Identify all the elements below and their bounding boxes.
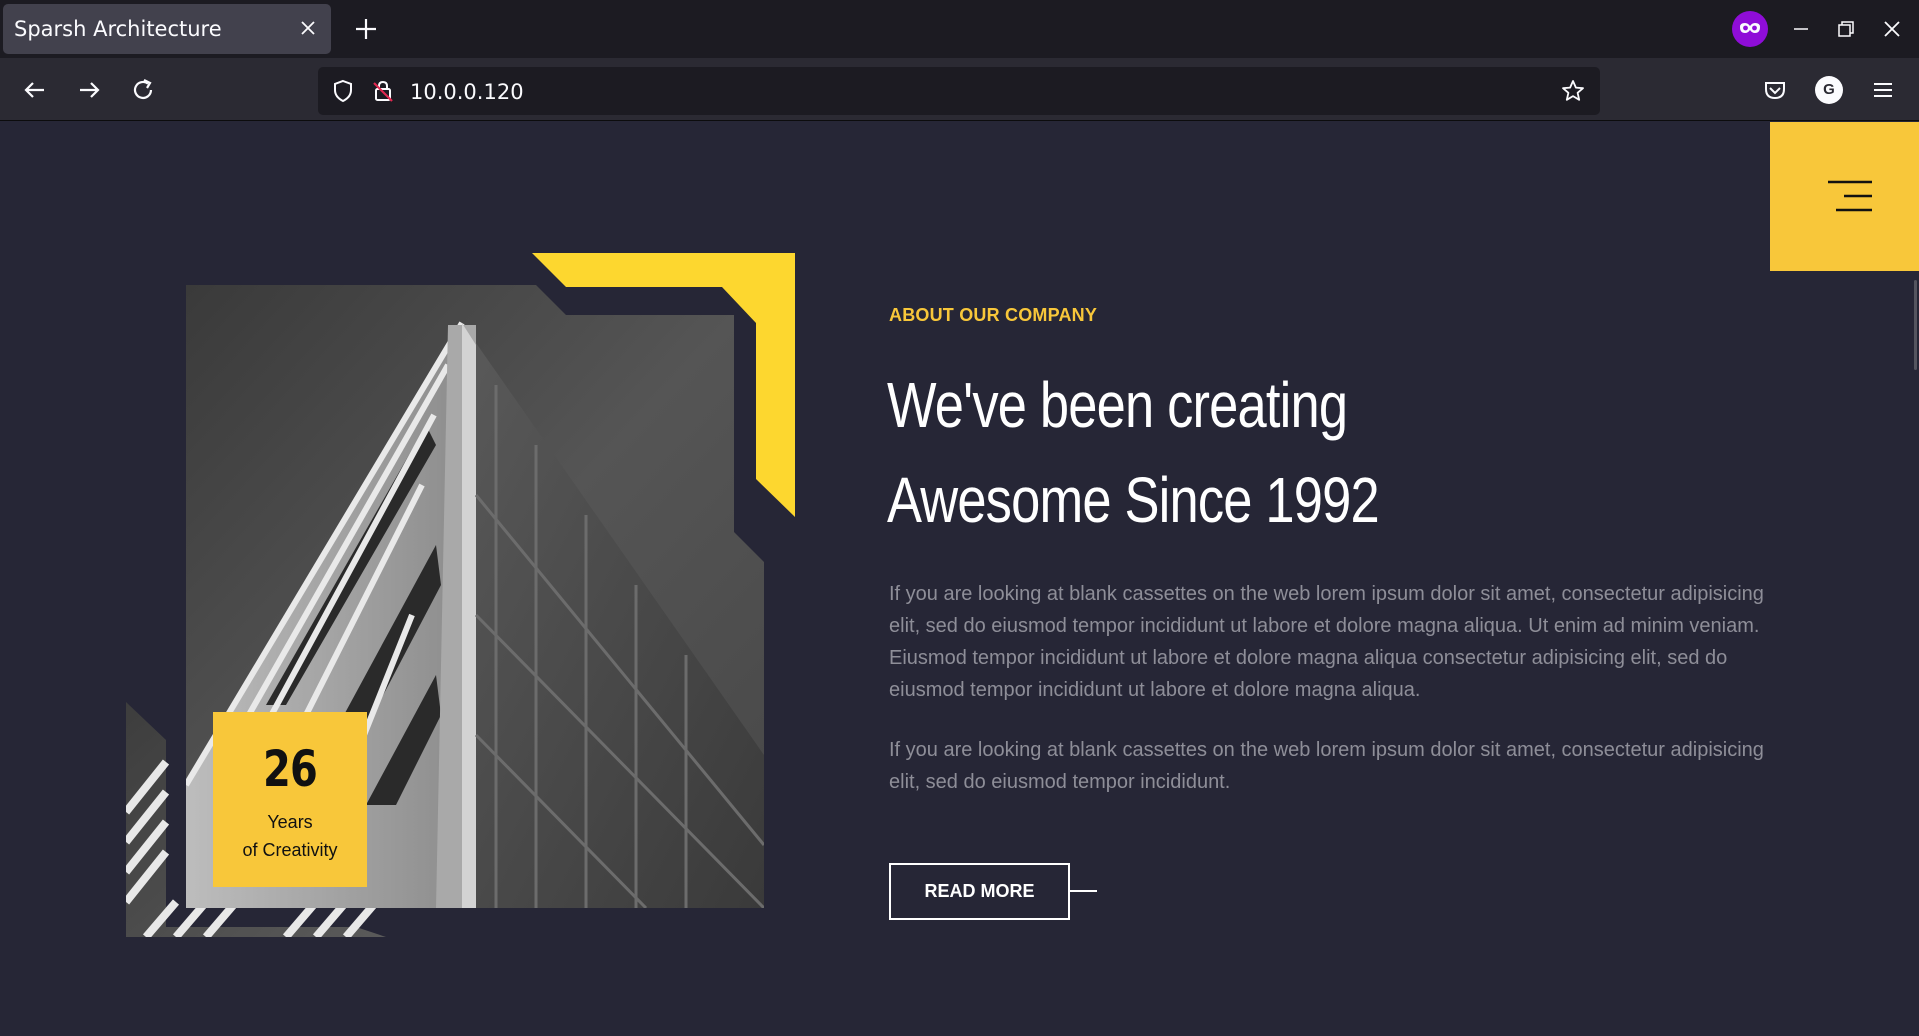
years-number: 26 [262, 740, 318, 798]
pocket-icon[interactable] [1760, 75, 1790, 105]
restore-window-icon[interactable] [1831, 14, 1861, 44]
shield-icon[interactable] [330, 78, 356, 104]
years-label: Years [267, 812, 313, 832]
back-arrow-icon[interactable] [20, 75, 50, 105]
forward-arrow-icon[interactable] [74, 75, 104, 105]
section-headline: We've been creating Awesome Since 1992 [887, 358, 1380, 548]
close-tab-icon[interactable] [297, 17, 319, 39]
star-bookmark-icon[interactable] [1560, 78, 1586, 104]
browser-tab[interactable]: Sparsh Architecture [3, 4, 331, 54]
about-paragraph-1: If you are looking at blank cassettes on… [889, 583, 1764, 701]
browser-nav-bar: 10.0.0.120 G [0, 58, 1919, 121]
minimize-icon[interactable] [1786, 14, 1816, 44]
years-badge: 26 Years of Creativity [213, 712, 367, 887]
account-avatar[interactable]: G [1815, 76, 1843, 104]
new-tab-icon[interactable] [352, 15, 380, 43]
hamburger-menu-icon[interactable] [1868, 75, 1898, 105]
page-content: 26 Years of Creativity ABOUT OUR COMPANY… [0, 122, 1919, 1036]
site-menu-button[interactable] [1770, 122, 1919, 271]
about-paragraph-2: If you are looking at blank cassettes on… [889, 739, 1764, 793]
read-more-line [1069, 890, 1097, 892]
scrollbar-thumb[interactable] [1914, 280, 1917, 370]
close-window-icon[interactable] [1877, 14, 1907, 44]
section-eyebrow: ABOUT OUR COMPANY [889, 305, 1098, 325]
url-text: 10.0.0.120 [410, 80, 524, 104]
private-browsing-icon [1732, 11, 1768, 47]
browser-tab-bar: Sparsh Architecture [0, 0, 1919, 58]
creativity-label: of Creativity [242, 840, 338, 860]
reload-icon[interactable] [128, 75, 158, 105]
headline-line-2: Awesome Since 1992 [887, 464, 1380, 536]
insecure-lock-icon[interactable] [370, 78, 396, 104]
address-bar[interactable]: 10.0.0.120 [318, 67, 1600, 115]
menu-lines-icon [1828, 180, 1872, 212]
tab-title: Sparsh Architecture [14, 17, 222, 41]
headline-line-1: We've been creating [887, 369, 1348, 441]
read-more-button[interactable]: READ MORE [889, 863, 1070, 920]
